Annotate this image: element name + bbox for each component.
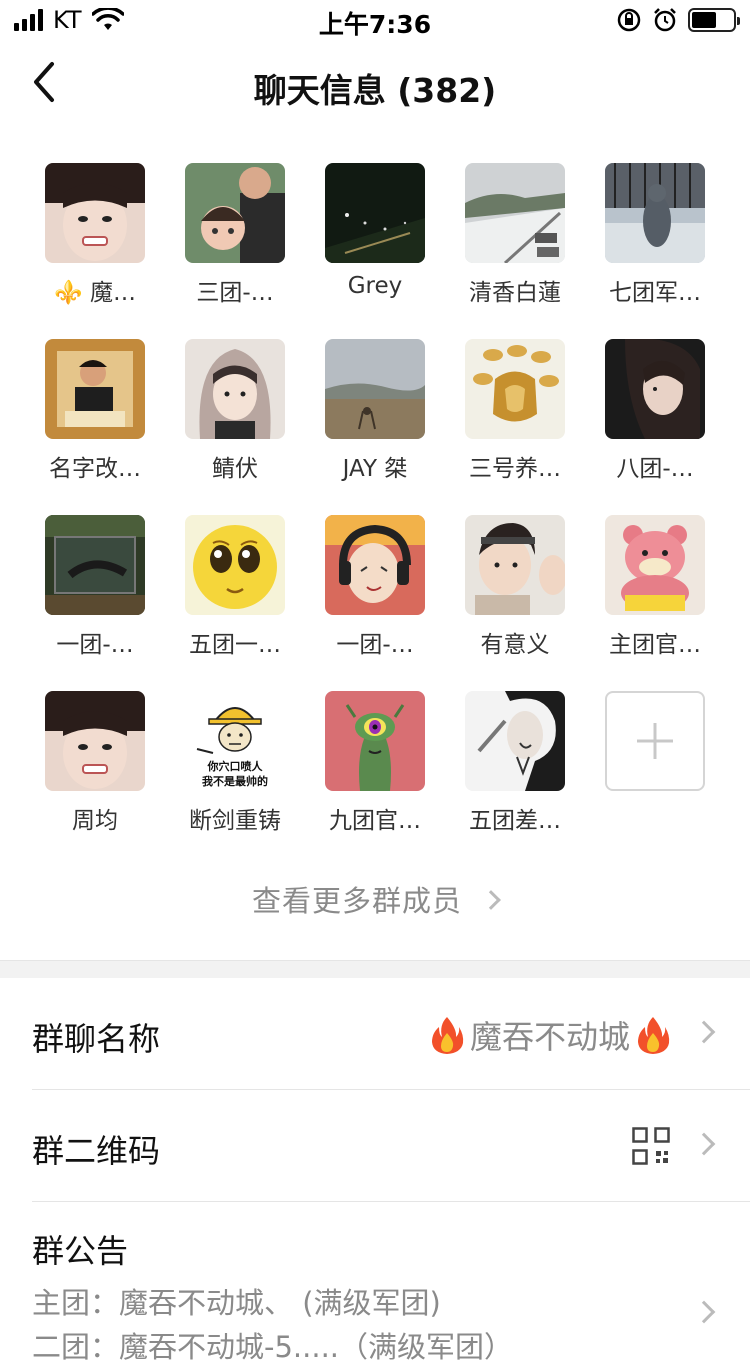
view-more-members-link[interactable]: 查看更多群成员 bbox=[0, 878, 750, 920]
group-name-text: 魔吞不动城 bbox=[469, 1018, 630, 1056]
member-item[interactable]: 七团军… bbox=[585, 163, 725, 307]
member-item[interactable]: 五团一… bbox=[165, 515, 305, 659]
member-item[interactable]: 八团-… bbox=[585, 339, 725, 483]
member-avatar bbox=[465, 339, 565, 439]
member-name: 八团-… bbox=[616, 456, 694, 482]
member-item[interactable]: 周均 bbox=[25, 691, 165, 835]
fire-icon bbox=[431, 1017, 464, 1054]
member-avatar bbox=[605, 163, 705, 263]
member-name: 名字改… bbox=[49, 456, 141, 482]
member-avatar bbox=[465, 691, 565, 791]
member-avatar bbox=[465, 163, 565, 263]
navigation-bar: 聊天信息 (382) bbox=[0, 46, 750, 122]
add-member-plus-icon[interactable] bbox=[605, 691, 705, 791]
member-item[interactable]: 一团-… bbox=[25, 515, 165, 659]
group-name-label: 群聊名称 bbox=[32, 1020, 161, 1058]
member-item[interactable]: 五团差… bbox=[445, 691, 585, 835]
member-item[interactable]: ⚜️ 魔… bbox=[25, 163, 165, 307]
orientation-lock-icon bbox=[617, 8, 641, 32]
member-name: 五团一… bbox=[189, 632, 281, 658]
chevron-right-icon bbox=[692, 1132, 716, 1156]
member-avatar bbox=[185, 163, 285, 263]
group-name-row[interactable]: 群聊名称 魔吞不动城 bbox=[32, 978, 750, 1090]
member-name: 有意义 bbox=[480, 632, 550, 658]
member-avatar bbox=[185, 515, 285, 615]
member-name: 周均 bbox=[72, 808, 118, 834]
member-item[interactable]: 清香白蓮 bbox=[445, 163, 585, 307]
announcement-line-1: 主团：魔吞不动城、 (满级军团) bbox=[32, 1286, 441, 1320]
member-item[interactable]: 九团官… bbox=[305, 691, 445, 835]
member-name: JAY 桀 bbox=[342, 456, 408, 482]
section-divider bbox=[0, 960, 750, 978]
chevron-right-icon bbox=[481, 890, 501, 910]
page-title: 聊天信息 (382) bbox=[253, 71, 497, 110]
member-avatar bbox=[185, 339, 285, 439]
qr-code-icon bbox=[632, 1127, 670, 1165]
member-name: Grey bbox=[347, 273, 403, 299]
announcement-row[interactable]: 群公告 主团：魔吞不动城、 (满级军团) 二团：魔吞不动城-5.....（满级军… bbox=[32, 1202, 750, 1364]
member-item[interactable]: 名字改… bbox=[25, 339, 165, 483]
member-avatar bbox=[45, 163, 145, 263]
member-item[interactable]: 有意义 bbox=[445, 515, 585, 659]
member-name: 三号养… bbox=[469, 456, 561, 482]
member-name: 断剑重铸 bbox=[189, 808, 281, 834]
member-item[interactable]: 主团官… bbox=[585, 515, 725, 659]
view-more-label: 查看更多群成员 bbox=[251, 884, 462, 918]
announcement-line-2: 二团：魔吞不动城-5.....（满级军团） bbox=[32, 1330, 514, 1364]
meme-caption-1: 你穴口喷人 bbox=[207, 759, 264, 773]
member-name: 主团官… bbox=[609, 632, 701, 658]
member-name: 五团差… bbox=[469, 808, 561, 834]
member-avatar bbox=[605, 515, 705, 615]
member-avatar bbox=[325, 339, 425, 439]
member-item[interactable]: JAY 桀 bbox=[305, 339, 445, 483]
member-avatar bbox=[325, 691, 425, 791]
battery-icon bbox=[688, 8, 740, 32]
chevron-right-icon bbox=[692, 1300, 716, 1324]
member-avatar bbox=[465, 515, 565, 615]
member-avatar bbox=[45, 339, 145, 439]
member-name: 清香白蓮 bbox=[469, 280, 561, 306]
member-item[interactable]: 三团-… bbox=[165, 163, 305, 307]
member-avatar bbox=[325, 163, 425, 263]
member-name: 七团军… bbox=[609, 280, 701, 306]
group-qr-row[interactable]: 群二维码 bbox=[32, 1090, 750, 1202]
member-name: 三团-… bbox=[196, 280, 274, 306]
member-name: 一团-… bbox=[56, 632, 134, 658]
status-bar: KT 上午7:36 bbox=[0, 0, 750, 40]
member-name: ⚜️ 魔… bbox=[54, 280, 136, 306]
member-item[interactable]: 三号养… bbox=[445, 339, 585, 483]
member-name: 一团-… bbox=[336, 632, 414, 658]
fire-icon bbox=[638, 1017, 670, 1054]
member-name: 鲭伏 bbox=[212, 456, 258, 482]
group-qr-label: 群二维码 bbox=[32, 1132, 161, 1170]
member-avatar: 你穴口喷人 我不是最帅的 bbox=[185, 691, 285, 791]
chevron-right-icon bbox=[692, 1020, 716, 1044]
member-avatar bbox=[45, 691, 145, 791]
member-name: 九团官… bbox=[329, 808, 421, 834]
add-member-item[interactable] bbox=[585, 691, 725, 791]
meme-caption-2: 我不是最帅的 bbox=[202, 774, 268, 788]
member-item[interactable]: 鲭伏 bbox=[165, 339, 305, 483]
member-item[interactable]: 一团-… bbox=[305, 515, 445, 659]
group-name-value: 魔吞不动城 bbox=[430, 1012, 670, 1058]
member-item[interactable]: 你穴口喷人 我不是最帅的 断剑重铸 bbox=[165, 691, 305, 835]
member-avatar bbox=[605, 339, 705, 439]
announcement-label: 群公告 bbox=[32, 1232, 129, 1270]
alarm-icon bbox=[654, 8, 676, 32]
member-avatar bbox=[325, 515, 425, 615]
member-item[interactable]: Grey bbox=[305, 163, 445, 299]
member-avatar bbox=[45, 515, 145, 615]
